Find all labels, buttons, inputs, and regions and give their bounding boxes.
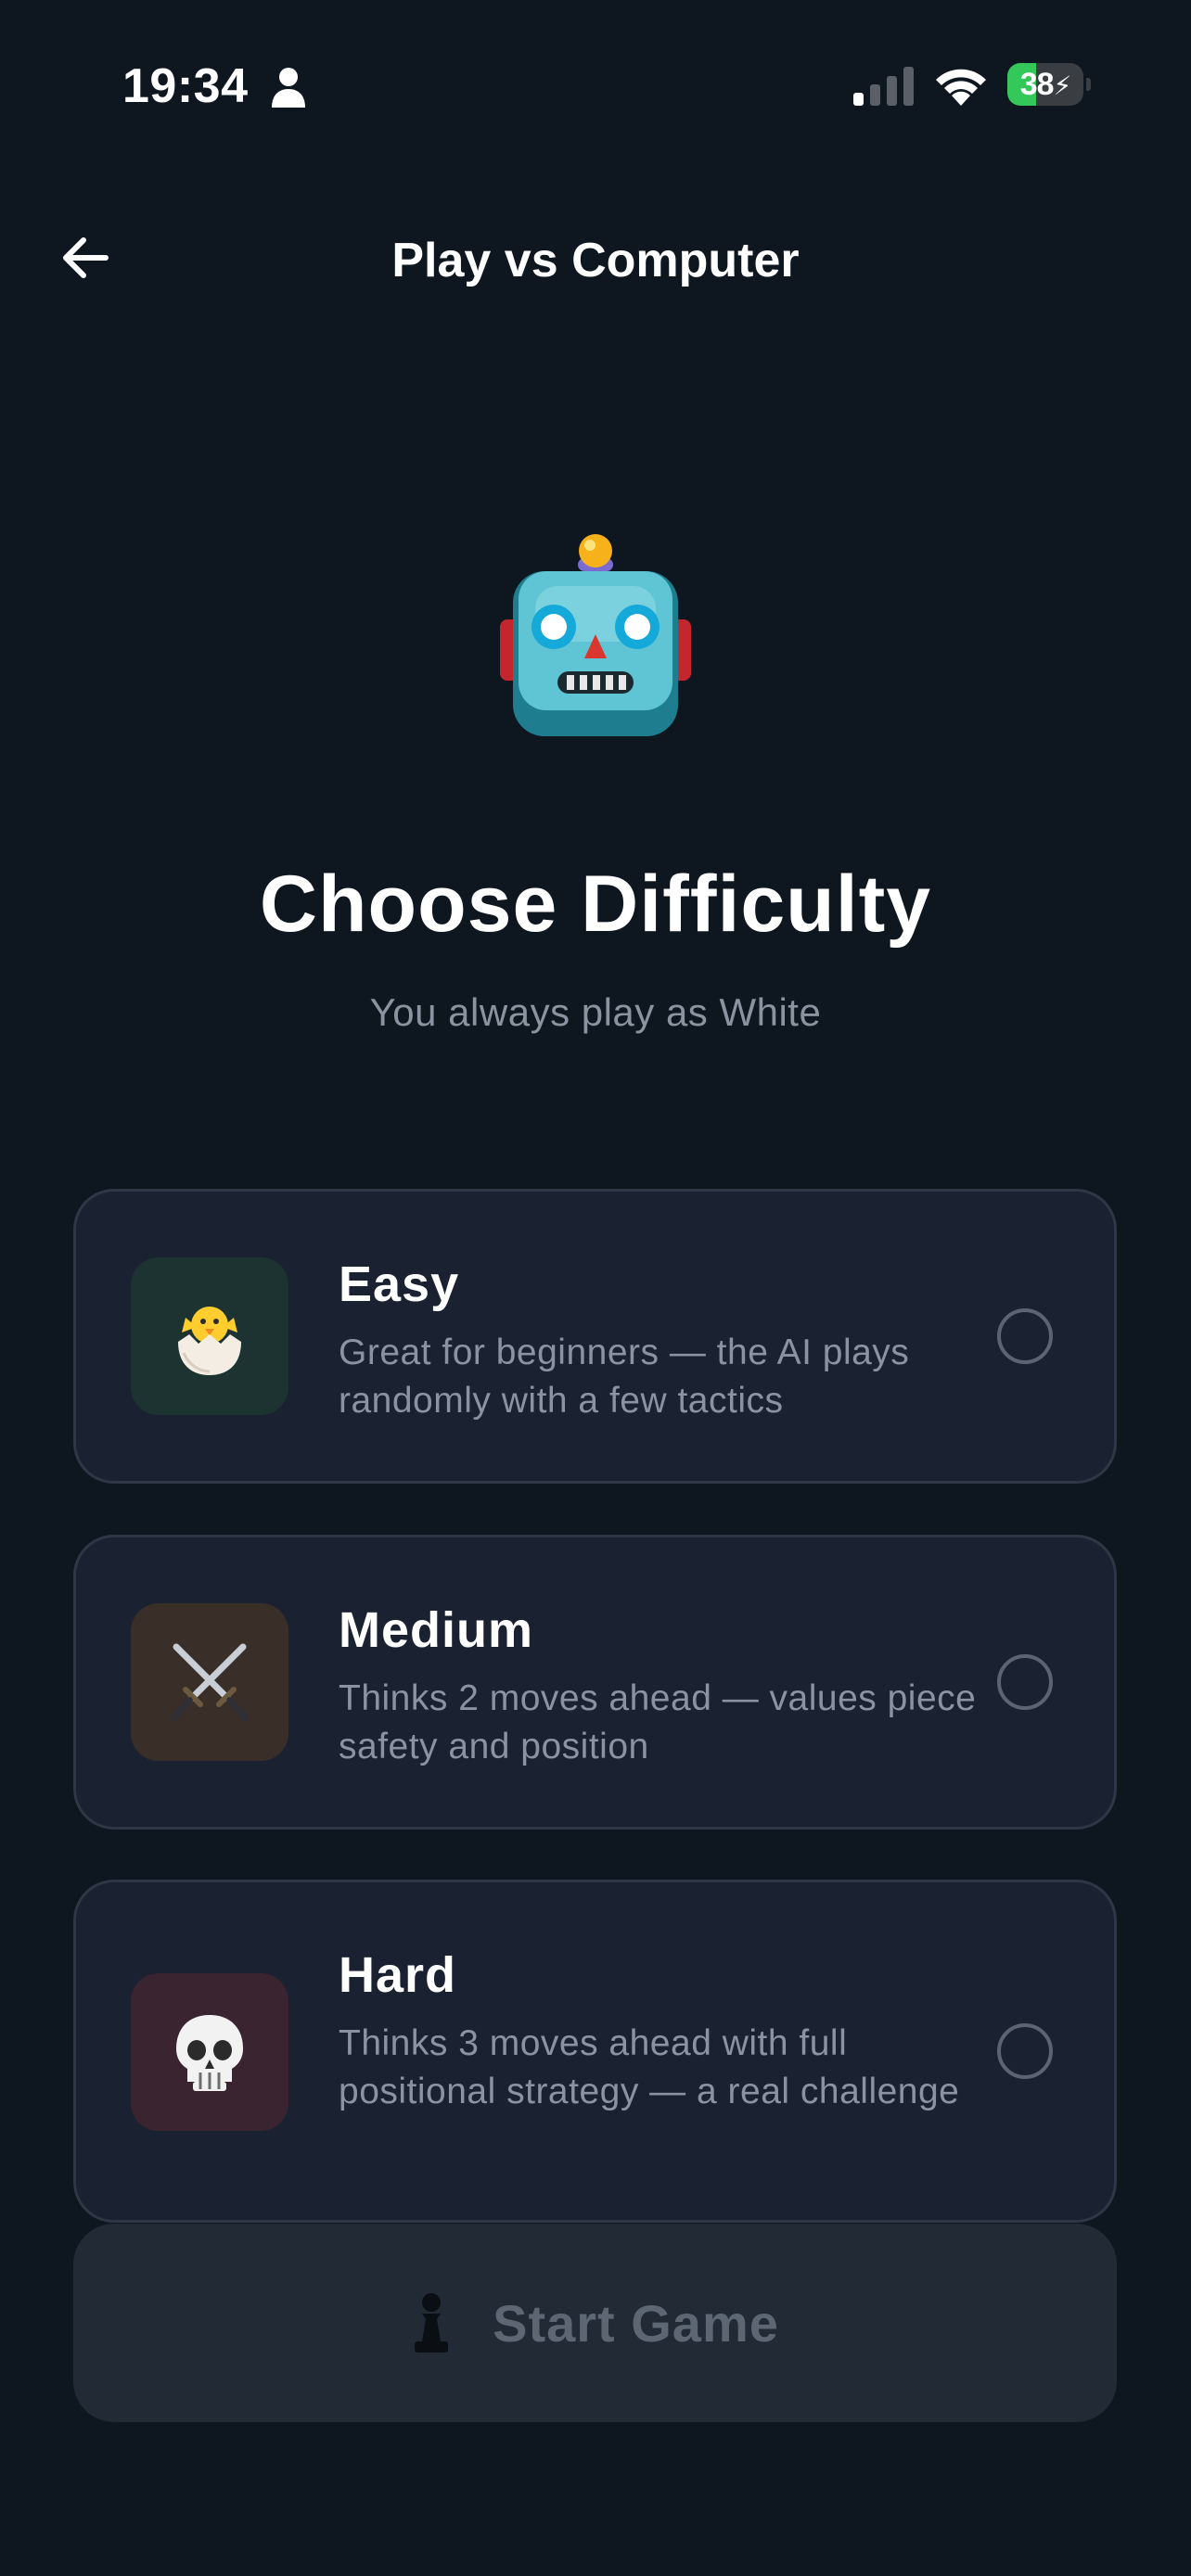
difficulty-icon-box [131, 1973, 288, 2131]
person-icon [272, 68, 305, 108]
start-game-button[interactable]: Start Game [73, 2224, 1117, 2422]
section-subtitle: You always play as White [369, 990, 822, 1034]
difficulty-icon-box [131, 1603, 288, 1761]
difficulty-radio-hard[interactable] [997, 2023, 1053, 2079]
robot-icon [500, 534, 691, 736]
difficulty-radio-medium[interactable] [997, 1654, 1053, 1710]
arrow-left-icon [63, 237, 109, 278]
difficulty-card-easy[interactable]: Easy Great for beginners — the AI plays … [73, 1189, 1117, 1484]
screen: 19:34 38⚡ Play vs Computer Choose Diffic… [0, 0, 1191, 2576]
cellular-signal-icon [853, 67, 914, 106]
battery-nub [1086, 78, 1091, 91]
difficulty-description: Great for beginners — the AI plays rando… [339, 1333, 910, 1421]
hatching-chick-icon [178, 1307, 241, 1375]
difficulty-title: Easy [339, 1256, 460, 1312]
battery-charging-icon: 38⚡ [1007, 63, 1093, 106]
battery-level-text: 38⚡ [1019, 67, 1071, 102]
difficulty-card-medium[interactable]: Medium Thinks 2 moves ahead — values pie… [73, 1535, 1117, 1830]
difficulty-card-hard[interactable]: Hard Thinks 3 moves ahead with full posi… [73, 1880, 1117, 2223]
battery-percent: 38 [1019, 67, 1055, 102]
difficulty-description: Thinks 3 moves ahead with full positiona… [339, 2023, 960, 2111]
chess-pawn-icon [415, 2293, 449, 2353]
battery-body: 38⚡ [1007, 63, 1083, 106]
difficulty-description: Thinks 2 moves ahead — values piece safe… [339, 1678, 977, 1766]
crossed-swords-icon [171, 1643, 249, 1721]
difficulty-icon-box [131, 1257, 288, 1415]
skull-icon [176, 2015, 243, 2091]
status-bar: 19:34 38⚡ [0, 0, 1191, 167]
difficulty-title: Hard [339, 1947, 457, 2003]
back-button[interactable] [46, 219, 124, 297]
section-title: Choose Difficulty [259, 860, 932, 949]
wifi-icon [936, 69, 986, 106]
difficulty-radio-easy[interactable] [997, 1308, 1053, 1364]
difficulty-title: Medium [339, 1602, 534, 1658]
page-title: Play vs Computer [391, 234, 800, 287]
start-game-label: Start Game [493, 2293, 779, 2353]
status-time: 19:34 [122, 59, 249, 113]
